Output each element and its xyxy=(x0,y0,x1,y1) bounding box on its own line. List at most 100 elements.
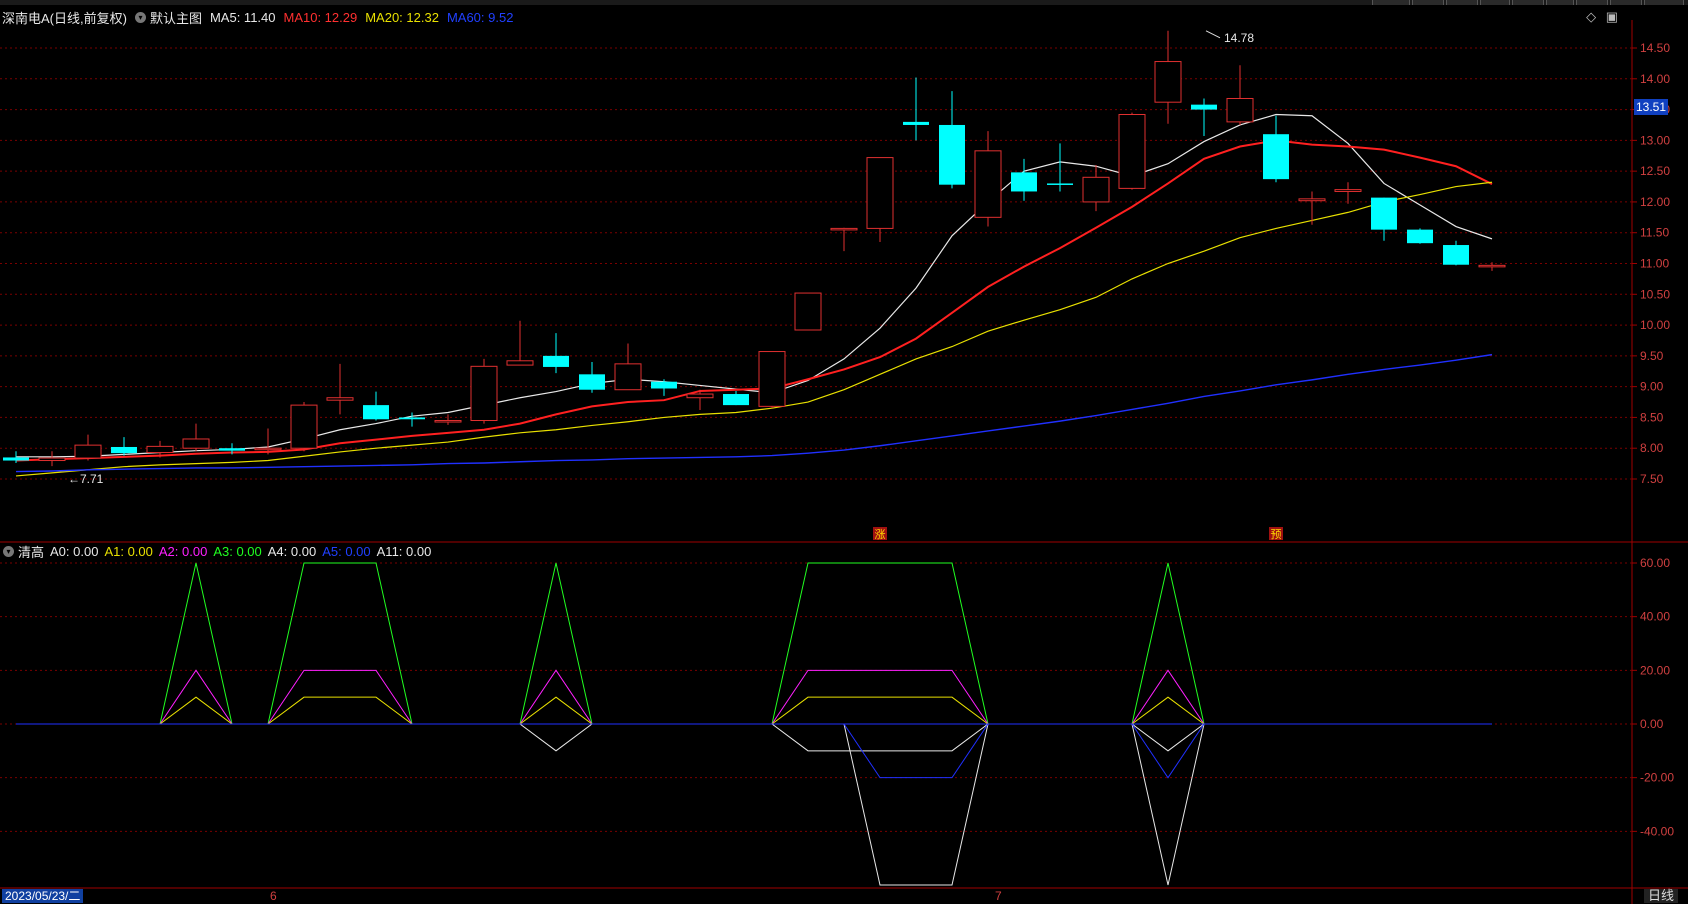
candle-body xyxy=(1443,245,1469,265)
indicator-line-a11 xyxy=(16,723,1492,886)
high-label: 14.78 xyxy=(1224,31,1254,45)
candle-body xyxy=(146,445,174,454)
indicator-line-a5 xyxy=(16,723,1492,779)
indicator-line-a3 xyxy=(16,562,1492,725)
candle xyxy=(434,414,462,425)
signal-marker: 涨 xyxy=(873,527,887,541)
month-tick: 6 xyxy=(270,889,277,903)
candle-body xyxy=(1118,113,1146,189)
candle-body xyxy=(219,448,245,451)
y-tick-label: 9.00 xyxy=(1640,380,1664,394)
candle xyxy=(866,157,894,242)
candle xyxy=(1263,115,1289,183)
candle xyxy=(723,390,749,406)
candle-body xyxy=(1154,61,1182,103)
candle-body xyxy=(1263,134,1289,180)
candle-body xyxy=(74,444,102,459)
ma-line-ma20 xyxy=(15,181,1493,477)
candle xyxy=(1298,191,1326,225)
candle-body xyxy=(1334,189,1362,192)
candle xyxy=(182,423,210,452)
y-tick-label: 60.00 xyxy=(1640,556,1670,570)
y-tick-label: 8.50 xyxy=(1640,410,1664,424)
candle-body xyxy=(290,404,318,449)
candle-body xyxy=(579,374,605,390)
current-price-tag: 13.51 xyxy=(1634,99,1668,115)
candle xyxy=(614,343,642,391)
candle xyxy=(1443,240,1469,266)
candle-body xyxy=(651,381,677,389)
candle-body xyxy=(543,355,569,367)
candle-body xyxy=(399,417,425,420)
y-tick-label: 12.50 xyxy=(1640,164,1670,178)
candle-body xyxy=(758,351,786,407)
high-pointer xyxy=(1205,30,1221,39)
candle-body xyxy=(1371,197,1397,230)
candle-body xyxy=(38,457,66,462)
candle xyxy=(794,292,822,331)
candle xyxy=(1047,143,1073,192)
period-button[interactable]: 日线 xyxy=(1643,889,1678,903)
candle-body xyxy=(614,363,642,391)
month-tick: 7 xyxy=(995,889,1002,903)
candle xyxy=(111,437,137,456)
candle xyxy=(758,351,786,409)
indicator-line-a1 xyxy=(16,696,1492,725)
y-tick-label: 8.00 xyxy=(1640,441,1664,455)
candle-body xyxy=(1082,176,1110,203)
signal-marker: 预 xyxy=(1269,527,1283,541)
candle-body xyxy=(723,394,749,406)
candle xyxy=(1191,98,1217,137)
candle xyxy=(1407,228,1433,244)
candle xyxy=(651,379,677,396)
candle-body xyxy=(254,447,282,451)
candle xyxy=(1226,65,1254,125)
candle-body xyxy=(1478,264,1506,268)
ma-line-ma60 xyxy=(15,353,1493,473)
candle-body xyxy=(1298,198,1326,202)
y-tick-label: 12.00 xyxy=(1640,195,1670,209)
candle xyxy=(543,333,569,374)
y-tick-label: 20.00 xyxy=(1640,663,1670,677)
candle xyxy=(903,77,929,141)
y-tick-label: 0.00 xyxy=(1640,717,1664,731)
candle-body xyxy=(3,457,29,461)
y-tick-label: 14.50 xyxy=(1640,41,1670,55)
y-tick-label: -20.00 xyxy=(1640,771,1674,785)
y-tick-label: 9.50 xyxy=(1640,349,1664,363)
candle-body xyxy=(326,397,354,401)
candle-body xyxy=(903,121,929,125)
candle-body xyxy=(506,360,534,366)
low-label: ←7.71 xyxy=(68,472,104,486)
candle xyxy=(1154,30,1182,124)
candle-body xyxy=(363,405,389,420)
signal-marker-text: 涨 xyxy=(875,528,886,541)
start-date: 2023/05/23/二 xyxy=(2,889,84,903)
y-tick-label: -40.00 xyxy=(1640,824,1674,838)
candle xyxy=(939,91,965,189)
y-tick-label: 11.50 xyxy=(1640,226,1669,240)
candle-body xyxy=(470,365,498,422)
ma-line-ma10 xyxy=(15,139,1493,462)
candle xyxy=(1118,112,1146,190)
candle-body xyxy=(434,420,462,423)
y-tick-label: 10.50 xyxy=(1640,287,1670,301)
candle-body xyxy=(111,446,137,454)
candle xyxy=(290,402,318,452)
candle-body xyxy=(182,438,210,449)
candle xyxy=(326,363,354,415)
y-tick-label: 11.00 xyxy=(1640,257,1669,271)
candle-body xyxy=(1226,97,1254,123)
candle xyxy=(506,320,534,366)
candle-body xyxy=(939,124,965,185)
candle xyxy=(1371,197,1397,241)
candle xyxy=(579,362,605,393)
candle xyxy=(830,227,858,252)
candle xyxy=(1011,158,1037,201)
kline-chart[interactable]: 14.5014.0013.5013.0012.5012.0011.5011.00… xyxy=(0,0,1688,904)
candle xyxy=(470,358,498,424)
indicator-line-a4 xyxy=(16,723,1492,752)
candle-body xyxy=(1407,229,1433,244)
signal-marker-text: 预 xyxy=(1271,528,1282,541)
y-tick-label: 10.00 xyxy=(1640,318,1670,332)
